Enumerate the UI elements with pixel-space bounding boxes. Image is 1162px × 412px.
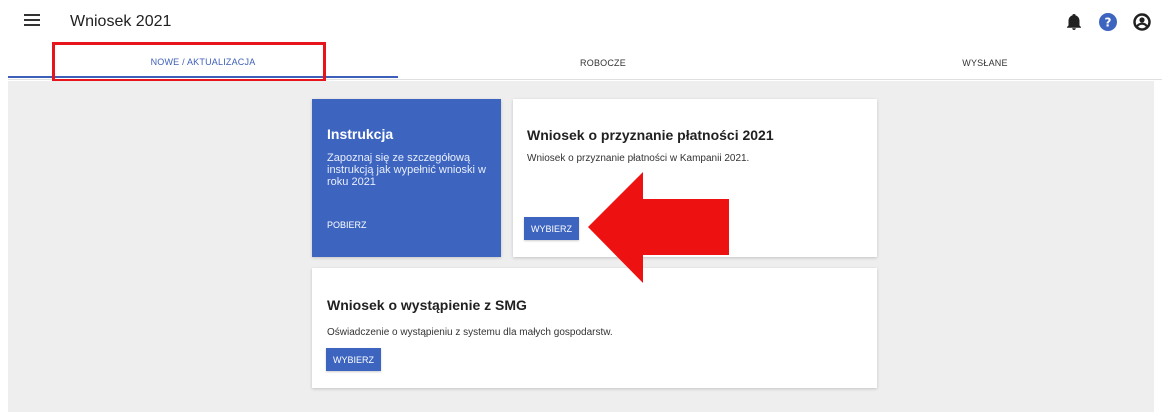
smg-card-description: Oświadczenie o wystąpieniu z systemu dla… [327, 327, 613, 338]
payment-card-description: Wniosek o przyznanie płatności w Kampani… [527, 153, 750, 164]
tabs-divider [8, 79, 1162, 80]
payment-application-card: Wniosek o przyznanie płatności 2021 Wnio… [513, 99, 877, 257]
bell-icon[interactable] [1064, 12, 1084, 32]
smg-card-title: Wniosek o wystąpienie z SMG [327, 297, 527, 313]
download-button[interactable]: POBIERZ [327, 220, 367, 230]
svg-text:?: ? [1105, 16, 1112, 30]
instruction-description: Zapoznaj się ze szczegółową instrukcją j… [327, 152, 486, 188]
tab-new-update[interactable]: NOWE / AKTUALIZACJA [8, 48, 398, 78]
payment-card-title: Wniosek o przyznanie płatności 2021 [527, 127, 774, 143]
tab-sent[interactable]: WYSŁANE [808, 48, 1162, 78]
tab-drafts[interactable]: ROBOCZE [398, 48, 808, 78]
help-icon[interactable]: ? [1098, 12, 1118, 32]
top-app-bar: Wniosek 2021 ? [0, 0, 1162, 44]
page-title: Wniosek 2021 [70, 13, 172, 30]
menu-icon[interactable] [24, 14, 40, 28]
instruction-title: Instrukcja [327, 126, 394, 142]
payment-select-button[interactable]: WYBIERZ [524, 217, 579, 240]
account-icon[interactable] [1132, 12, 1152, 32]
smg-withdrawal-card: Wniosek o wystąpienie z SMG Oświadczenie… [312, 268, 877, 388]
tab-bar: NOWE / AKTUALIZACJA ROBOCZE WYSŁANE [0, 48, 1162, 78]
smg-select-button[interactable]: WYBIERZ [326, 348, 381, 371]
top-icons: ? [1064, 12, 1152, 32]
instruction-card: Instrukcja Zapoznaj się ze szczegółową i… [312, 99, 501, 257]
